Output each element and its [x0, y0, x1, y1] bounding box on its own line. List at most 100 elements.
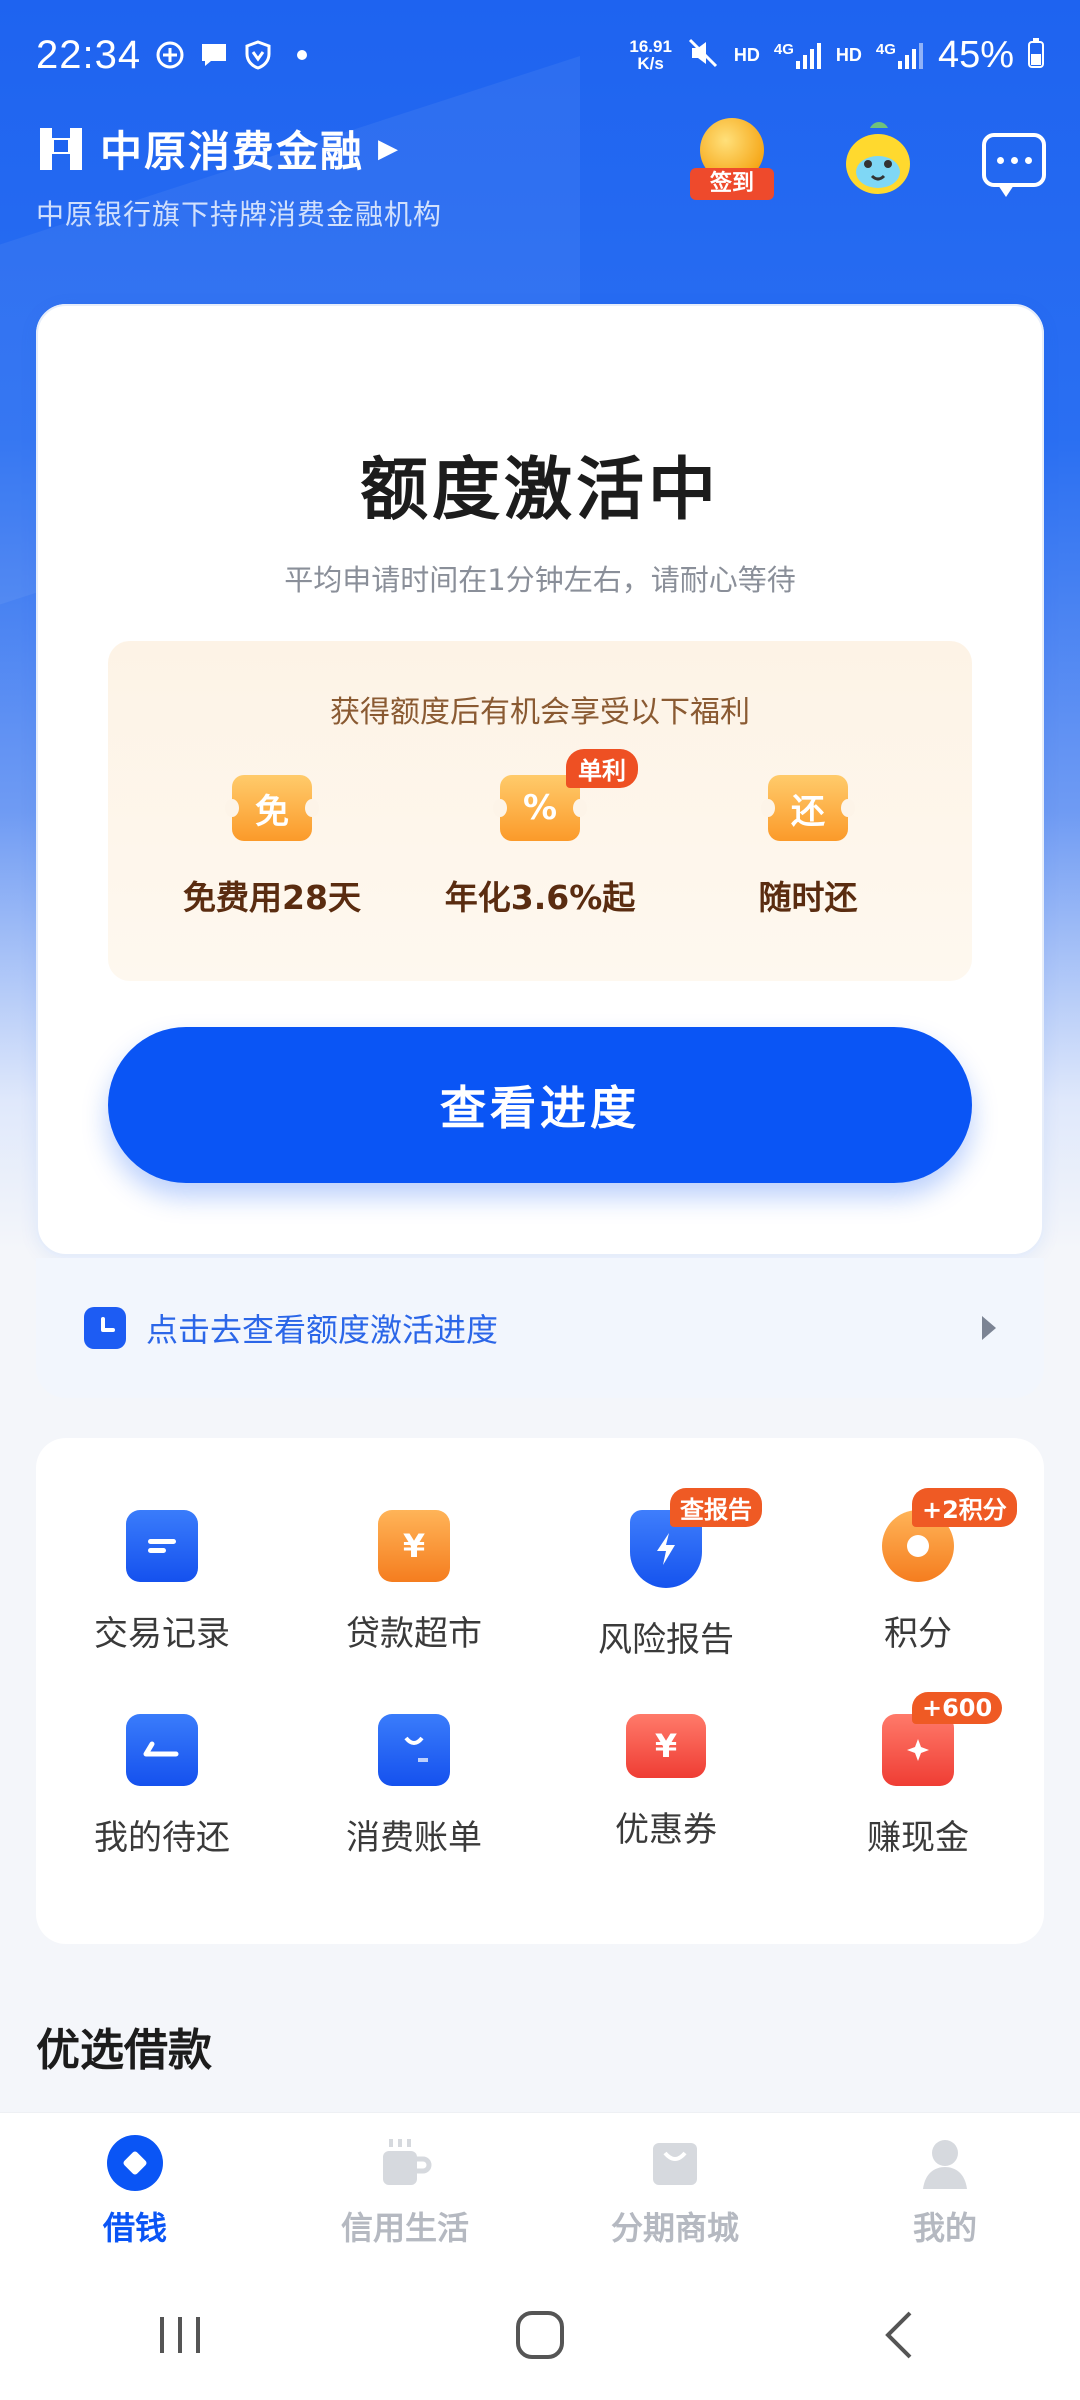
user-icon	[917, 2135, 973, 2191]
plus-circle-icon	[155, 40, 185, 70]
check-progress-button[interactable]: 查看进度	[108, 1027, 972, 1183]
benefit-item: 免 免费用28天	[157, 775, 387, 919]
service-label: 消费账单	[346, 1818, 482, 1858]
status-time: 22:34	[36, 32, 142, 77]
service-label: 优惠券	[615, 1810, 717, 1850]
network-type-2: 4G	[875, 41, 896, 58]
signin-button[interactable]: 签到	[690, 118, 774, 202]
tab-borrow[interactable]: 借钱	[25, 2134, 245, 2249]
shopping-bag-icon	[647, 2135, 703, 2191]
mute-icon	[686, 36, 720, 75]
activation-title: 额度激活中	[359, 451, 720, 530]
points-icon: +2积分	[882, 1488, 1017, 1582]
service-my-repayments[interactable]: 我的待还	[36, 1714, 288, 1918]
service-label: 交易记录	[94, 1614, 230, 1654]
cup-icon	[377, 2135, 433, 2191]
battery-charging-icon	[1028, 37, 1044, 73]
coupon-text: 免	[255, 791, 289, 832]
service-tag: +600	[912, 1692, 1003, 1724]
tab-label: 分期商城	[610, 2208, 739, 2247]
activation-subtitle: 平均申请时间在1分钟左右，请耐心等待	[284, 563, 796, 597]
progress-link[interactable]: 点击去查看额度激活进度	[36, 1258, 1044, 1398]
service-earn-cash[interactable]: +600 赚现金	[792, 1692, 1044, 1918]
mascot-icon[interactable]	[836, 118, 920, 202]
dot-icon	[287, 40, 317, 70]
signal-icon-2: 4G	[876, 41, 924, 69]
benefit-item: 还 随时还	[693, 775, 923, 919]
service-label: 积分	[884, 1614, 952, 1654]
benefit-item: % 单利 年化3.6%起	[425, 749, 655, 919]
shield-bolt-icon: 查报告	[630, 1488, 762, 1588]
tab-mine[interactable]: 我的	[835, 2135, 1055, 2249]
icon-glyph: ¥	[654, 1727, 678, 1765]
signal-icon: 4G	[774, 41, 822, 69]
borrow-icon	[107, 2134, 163, 2191]
net-speed-unit: K/s	[637, 54, 664, 73]
service-label: 贷款超市	[346, 1614, 482, 1654]
shopping-bag-icon	[378, 1714, 450, 1786]
free-coupon-icon: 免	[225, 775, 319, 841]
section-title: 优选借款	[36, 2025, 212, 2076]
progress-link-text: 点击去查看额度激活进度	[146, 1311, 499, 1349]
benefit-panel: 获得额度后有机会享受以下福利 免 免费用28天 % 单利 年化3.6%起 还 随…	[108, 641, 972, 981]
service-label: 我的待还	[94, 1818, 230, 1858]
services-card: 交易记录 ¥ 贷款超市 查报告 风险报告 +2积分 积分 我的待还 消费账单 ¥…	[36, 1438, 1044, 1944]
service-tag: 查报告	[670, 1488, 762, 1527]
shop-icon: ¥	[378, 1510, 450, 1582]
recent-apps-button[interactable]	[140, 2305, 220, 2365]
status-bar: 22:34 16.91 K/s HD 4G HD 4G 45%	[0, 0, 1080, 110]
service-loan-market[interactable]: ¥ 贷款超市	[288, 1510, 540, 1714]
coupon-icon: ¥	[626, 1714, 706, 1778]
red-envelope-icon: +600	[882, 1692, 1003, 1786]
benefit-label: 年化3.6%起	[444, 878, 636, 917]
message-dot	[1010, 156, 1018, 164]
repay-icon	[126, 1714, 198, 1786]
benefit-heading: 获得额度后有机会享受以下福利	[330, 695, 750, 730]
service-coupons[interactable]: ¥ 优惠券	[540, 1714, 792, 1918]
network-type-1: 4G	[773, 41, 794, 58]
caret-right-icon: ▶	[378, 133, 399, 164]
service-risk-report[interactable]: 查报告 风险报告	[540, 1488, 792, 1714]
tab-label: 我的	[912, 2208, 977, 2247]
clock-icon	[84, 1307, 126, 1349]
brand-name: 中原消费金融	[100, 127, 365, 176]
records-icon	[126, 1510, 198, 1582]
chevron-right-icon	[982, 1316, 996, 1340]
icon-glyph: ¥	[402, 1527, 426, 1565]
chat-bubble-icon	[199, 40, 229, 70]
coupon-text: %	[522, 788, 558, 828]
tab-label: 借钱	[102, 2208, 167, 2247]
home-button[interactable]	[500, 2305, 580, 2365]
benefit-label: 免费用28天	[183, 878, 361, 917]
tab-label: 信用生活	[340, 2208, 469, 2247]
back-button[interactable]	[860, 2305, 940, 2365]
repay-coupon-icon: 还	[761, 775, 855, 841]
tab-bar: 借钱 信用生活 分期商城 我的	[0, 2112, 1080, 2270]
activation-card: 额度激活中 平均申请时间在1分钟左右，请耐心等待 获得额度后有机会享受以下福利 …	[36, 304, 1044, 1258]
service-consumption-bill[interactable]: 消费账单	[288, 1714, 540, 1918]
benefit-label: 随时还	[758, 878, 858, 917]
brand-logo-icon	[40, 127, 82, 170]
message-dot	[1024, 156, 1032, 164]
signin-label: 签到	[690, 168, 774, 200]
tab-credit-life[interactable]: 信用生活	[295, 2135, 515, 2249]
hd-label-2: HD	[835, 44, 862, 65]
message-button[interactable]	[982, 133, 1046, 197]
battery-percent: 45%	[937, 33, 1014, 76]
net-speed-value: 16.91	[629, 37, 672, 56]
percent-coupon-icon: % 单利	[493, 749, 638, 841]
message-icon	[996, 156, 1004, 164]
net-speed: 16.91 K/s	[629, 38, 672, 72]
app-header: 中原消费金融 ▶ 中原银行旗下持牌消费金融机构 签到	[36, 118, 1046, 238]
coupon-text: 还	[791, 791, 825, 832]
service-points[interactable]: +2积分 积分	[792, 1488, 1044, 1714]
service-label: 风险报告	[598, 1620, 734, 1660]
service-transaction-records[interactable]: 交易记录	[36, 1510, 288, 1714]
benefit-tag: 单利	[566, 749, 638, 788]
system-nav-bar	[0, 2270, 1080, 2400]
service-tag: +2积分	[912, 1488, 1017, 1527]
shield-v-icon	[243, 40, 273, 70]
hd-label-1: HD	[733, 44, 760, 65]
tab-installment-mall[interactable]: 分期商城	[565, 2135, 785, 2249]
service-label: 赚现金	[867, 1818, 969, 1858]
